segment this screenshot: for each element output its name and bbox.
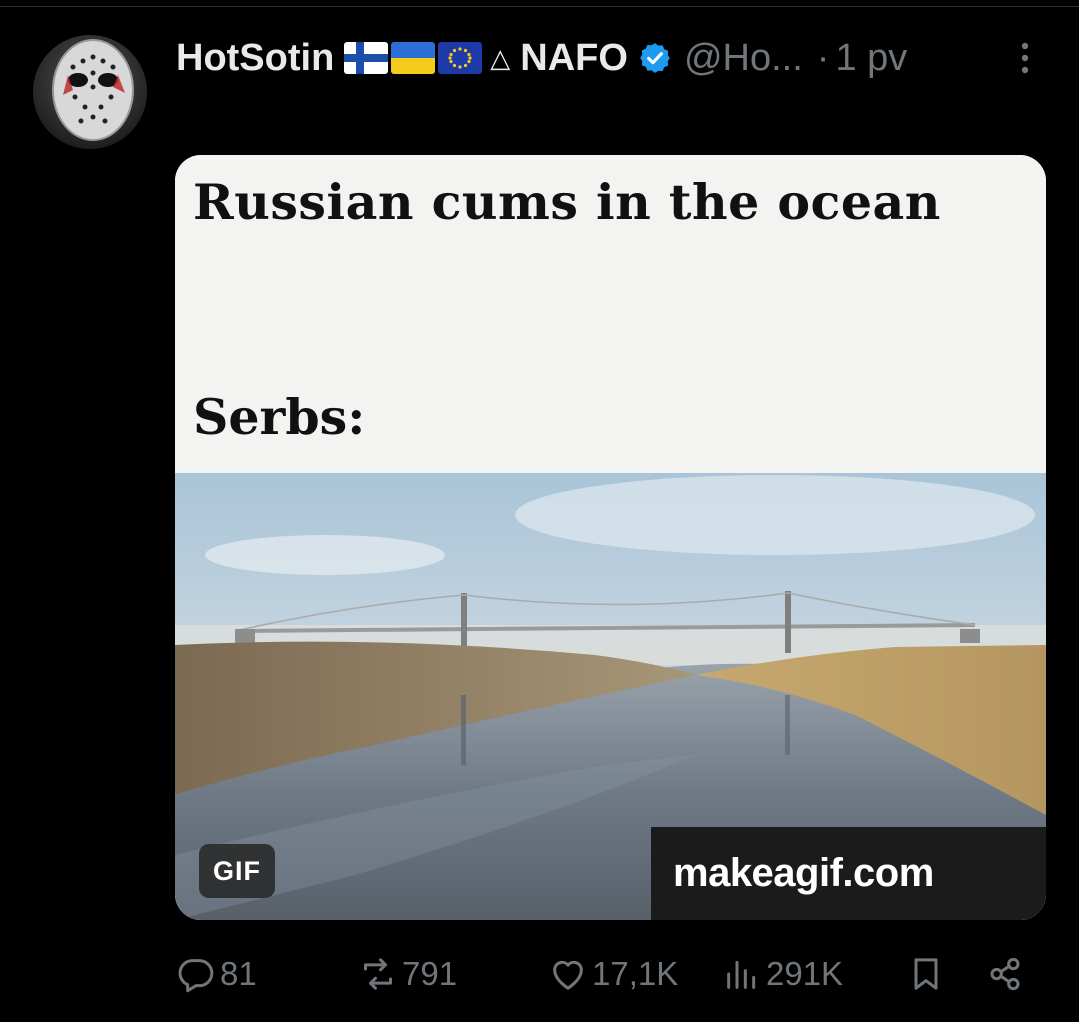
- reply-count: 81: [220, 955, 257, 992]
- verified-icon[interactable]: [638, 41, 672, 75]
- repost-button[interactable]: 791: [358, 946, 457, 1002]
- bookmark-button[interactable]: [906, 946, 946, 1002]
- post-header: HotSotin △ NAFO @Ho... · 1 pv: [176, 30, 1056, 86]
- gif-badge[interactable]: GIF: [199, 844, 275, 898]
- author-name[interactable]: HotSotin: [176, 37, 334, 80]
- more-icon[interactable]: [1010, 38, 1040, 78]
- avatar-image: [33, 35, 147, 149]
- views-icon: [727, 960, 756, 989]
- watermark: makeagif.com: [651, 827, 1046, 920]
- reply-button[interactable]: 81: [176, 946, 257, 1002]
- meme-caption-bottom: Serbs:: [193, 388, 366, 446]
- repost-icon: [364, 958, 392, 990]
- meme-caption-top: Russian cums in the ocean: [193, 173, 941, 231]
- affiliation-text: NAFO: [520, 36, 628, 79]
- action-bar: 81 791 17,1K 291K: [0, 946, 1079, 1002]
- finland-flag-icon: [344, 42, 389, 74]
- post-time[interactable]: 1 pv: [835, 37, 907, 80]
- gif-scene-image: [175, 155, 1046, 920]
- views-button[interactable]: 291K: [722, 946, 843, 1002]
- eu-flag-icon: [438, 42, 483, 74]
- separator-dot: ·: [816, 36, 830, 79]
- views-count: 291K: [766, 955, 844, 992]
- like-icon: [553, 960, 583, 990]
- share-button[interactable]: [985, 946, 1025, 1002]
- author-handle[interactable]: @Ho...: [684, 37, 803, 80]
- ukraine-flag-icon: [391, 42, 436, 74]
- triangle-glyph: △: [490, 42, 511, 73]
- share-icon: [990, 957, 1020, 991]
- like-button[interactable]: 17,1K: [548, 946, 678, 1002]
- media-gif[interactable]: Russian cums in the ocean Serbs: GIF mak…: [175, 155, 1046, 920]
- flag-emojis: [344, 42, 483, 74]
- repost-count: 791: [402, 955, 458, 992]
- bookmark-icon: [914, 958, 938, 990]
- like-count: 17,1K: [592, 955, 679, 992]
- reply-icon: [178, 959, 214, 993]
- top-divider: [0, 6, 1079, 7]
- avatar[interactable]: [33, 35, 147, 149]
